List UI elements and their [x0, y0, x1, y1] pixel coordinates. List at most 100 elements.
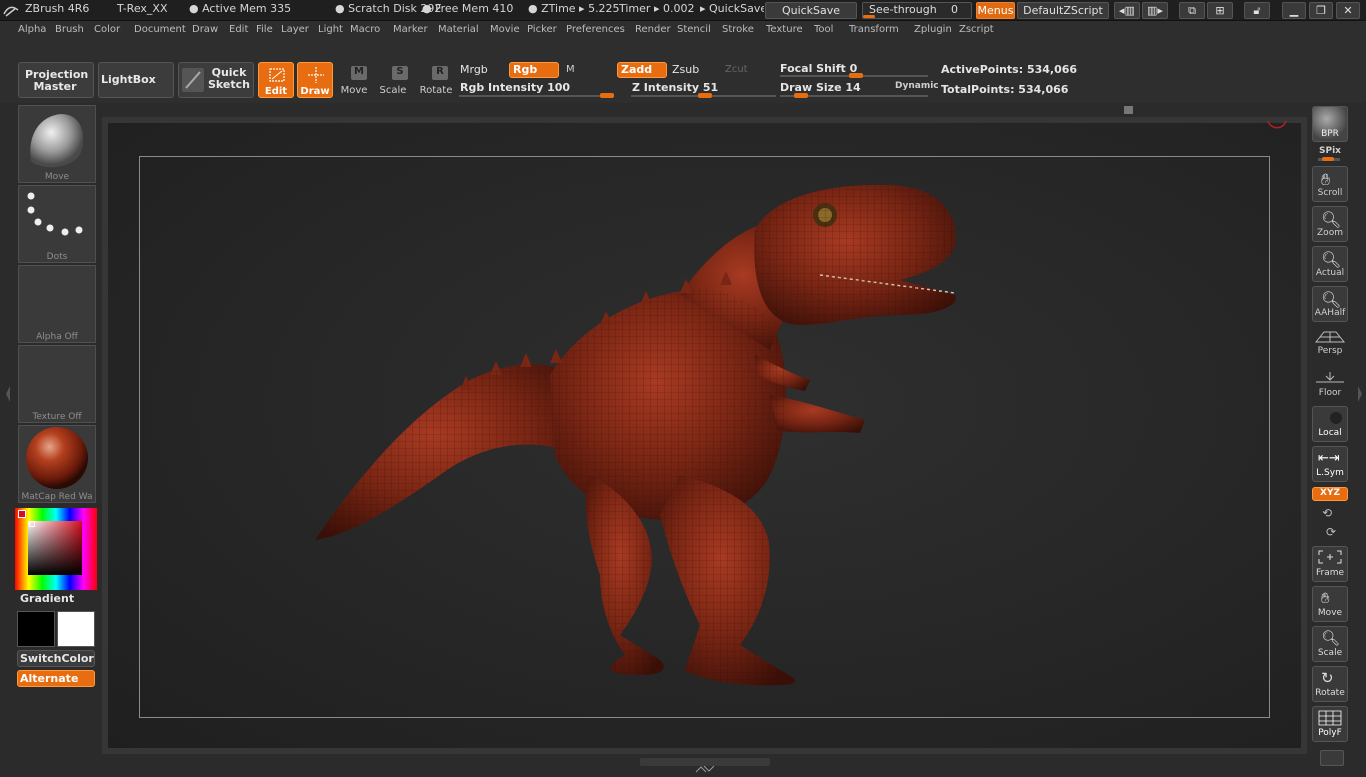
alternate-button[interactable]: Alternate: [17, 670, 95, 687]
menu-brush[interactable]: Brush: [55, 24, 84, 35]
secondary-color-swatch[interactable]: [57, 611, 95, 647]
z-intensity-knob[interactable]: [698, 93, 712, 98]
gradient-label[interactable]: Gradient: [20, 592, 74, 605]
trex-model[interactable]: [300, 175, 980, 695]
menu-stroke[interactable]: Stroke: [722, 24, 754, 35]
menu-draw[interactable]: Draw: [192, 24, 218, 35]
menu-zscript[interactable]: Zscript: [959, 24, 994, 35]
focal-shift-knob[interactable]: [849, 73, 863, 78]
draw-button[interactable]: Draw: [297, 62, 333, 98]
bottom-tray-handle[interactable]: [640, 758, 770, 773]
timer: Timer ▸ 0.002: [619, 2, 695, 15]
restore-layout-icon[interactable]: ⧉: [1179, 2, 1205, 19]
default-layout-icon[interactable]: ⊞: [1207, 2, 1233, 19]
aahalf-label: AAHalf: [1314, 308, 1346, 318]
color-picker-square[interactable]: [28, 521, 82, 575]
z-intensity-slider[interactable]: Z Intensity 51: [631, 80, 777, 98]
menu-movie[interactable]: Movie: [490, 24, 520, 35]
frame-button[interactable]: Frame: [1312, 546, 1348, 582]
move-mode-button[interactable]: M Move: [337, 62, 373, 98]
lsym-button[interactable]: ⇤⇥ L.Sym: [1312, 446, 1348, 482]
menu-render[interactable]: Render: [635, 24, 671, 35]
default-zscript-button[interactable]: DefaultZScript: [1017, 2, 1109, 19]
spix-slider[interactable]: [1318, 157, 1340, 161]
matcap-sphere-icon: [26, 427, 88, 489]
projection-master-button[interactable]: Projection Master: [18, 62, 94, 98]
menu-preferences[interactable]: Preferences: [566, 24, 625, 35]
menu-file[interactable]: File: [256, 24, 273, 35]
menu-macro[interactable]: Macro: [350, 24, 380, 35]
quicksave-text: ▸ QuickSave: [700, 2, 764, 15]
left-tray-toggle-icon[interactable]: [4, 376, 12, 412]
main-color-swatch[interactable]: [17, 611, 55, 647]
xyz-button[interactable]: XYZ: [1312, 487, 1348, 501]
bpr-button[interactable]: BPR: [1312, 106, 1348, 142]
layout-prev-icon[interactable]: ◂▥: [1114, 2, 1140, 19]
scale-view-button[interactable]: 🔍︎ Scale: [1312, 626, 1348, 662]
rgb-intensity-slider[interactable]: Rgb Intensity 100: [459, 80, 615, 98]
lightbox-button[interactable]: LightBox: [98, 62, 174, 98]
menu-alpha[interactable]: Alpha: [18, 24, 46, 35]
rotate-mode-button[interactable]: R Rotate: [419, 62, 455, 98]
rgb-toggle[interactable]: Rgb: [509, 62, 559, 78]
menu-zplugin[interactable]: Zplugin: [914, 24, 952, 35]
maximize-icon[interactable]: ❐: [1309, 2, 1333, 19]
transp-button[interactable]: [1320, 750, 1344, 766]
bottom-tray-toggle-icon: [695, 765, 715, 773]
seethrough-knob[interactable]: [863, 15, 875, 18]
menu-color[interactable]: Color: [94, 24, 120, 35]
scale-mode-button[interactable]: S Scale: [376, 62, 412, 98]
edit-button[interactable]: Edit: [258, 62, 294, 98]
draw-size-knob[interactable]: [794, 93, 808, 98]
menu-layer[interactable]: Layer: [281, 24, 309, 35]
persp-button[interactable]: [1312, 326, 1348, 362]
canvas-scroll-handle[interactable]: [1124, 106, 1133, 114]
menu-material[interactable]: Material: [438, 24, 479, 35]
rgb-intensity-knob[interactable]: [600, 93, 614, 98]
rotate-z-icon[interactable]: ⟳: [1326, 525, 1336, 539]
color-picker[interactable]: [15, 508, 97, 590]
scale-mode-label: Scale: [379, 85, 407, 96]
seethrough-slider[interactable]: See-through 0: [862, 2, 972, 19]
color-picker-marker[interactable]: [18, 510, 26, 518]
menu-document[interactable]: Document: [134, 24, 186, 35]
mrgb-toggle[interactable]: Mrgb: [460, 63, 488, 76]
spix-knob[interactable]: [1322, 157, 1334, 161]
right-tray-toggle-icon[interactable]: [1356, 376, 1364, 412]
quicksave-button[interactable]: QuickSave: [765, 2, 857, 19]
projection-master-label: Projection Master: [25, 68, 89, 93]
menu-texture[interactable]: Texture: [766, 24, 803, 35]
menus-button[interactable]: Menus: [976, 2, 1015, 19]
color-picker-sv-marker[interactable]: [29, 521, 35, 527]
local-button[interactable]: Local: [1312, 406, 1348, 442]
rotate-view-button[interactable]: ↻ Rotate: [1312, 666, 1348, 702]
move-view-button[interactable]: ✋︎ Move: [1312, 586, 1348, 622]
zcut-toggle[interactable]: Zcut: [725, 64, 748, 75]
switchcolor-button[interactable]: SwitchColor: [17, 650, 95, 667]
menu-marker[interactable]: Marker: [393, 24, 428, 35]
zsub-toggle[interactable]: Zsub: [672, 63, 699, 76]
m-toggle[interactable]: M: [566, 64, 575, 75]
total-points: TotalPoints: 534,066: [941, 83, 1069, 96]
quick-sketch-button[interactable]: Quick Sketch: [178, 62, 254, 98]
close-icon[interactable]: ✕: [1336, 2, 1360, 19]
menu-stencil[interactable]: Stencil: [677, 24, 711, 35]
zadd-toggle[interactable]: Zadd: [617, 62, 667, 78]
menu-picker[interactable]: Picker: [527, 24, 557, 35]
scroll-label: Scroll: [1317, 188, 1343, 198]
dynamic-toggle[interactable]: Dynamic: [895, 81, 939, 91]
focal-shift-slider[interactable]: Focal Shift 0: [780, 62, 930, 80]
minimize-icon[interactable]: ▁: [1282, 2, 1306, 19]
lock-icon[interactable]: 🔓︎: [1244, 2, 1270, 19]
layout-next-icon[interactable]: ▥▸: [1142, 2, 1168, 19]
menu-tool[interactable]: Tool: [814, 24, 833, 35]
menu-light[interactable]: Light: [318, 24, 343, 35]
spix-label[interactable]: SPix: [1306, 146, 1354, 156]
alternate-label: Alternate: [20, 672, 79, 685]
rotate-y-icon[interactable]: ⟲: [1322, 506, 1332, 520]
seethrough-value: 0: [951, 3, 958, 16]
trex-model-icon: [315, 184, 956, 686]
menu-transform[interactable]: Transform: [849, 24, 899, 35]
polyf-button[interactable]: PolyF: [1312, 706, 1348, 742]
menu-edit[interactable]: Edit: [229, 24, 248, 35]
